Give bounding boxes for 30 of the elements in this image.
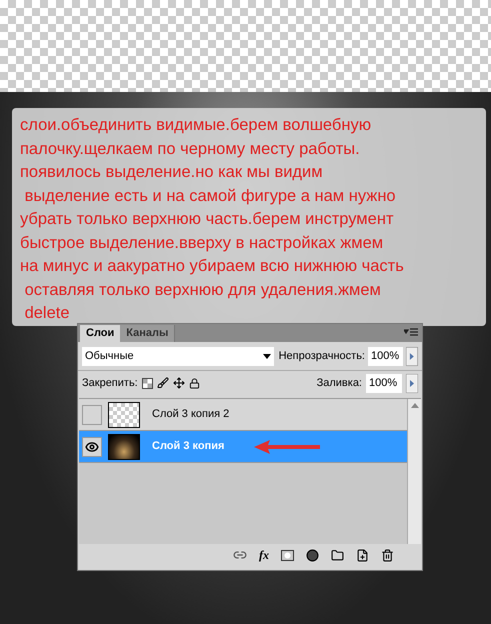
opacity-field[interactable]: 100% (368, 346, 404, 366)
lock-icon[interactable] (188, 378, 200, 388)
opacity-label: Непрозрачность: (278, 348, 365, 364)
visibility-toggle[interactable] (82, 404, 102, 424)
layer-name: Слой 3 копия 2 (152, 407, 230, 422)
slider-arrow-icon[interactable] (406, 374, 418, 392)
new-layer-icon[interactable] (356, 548, 369, 562)
blend-mode-dropdown[interactable]: Обычные (82, 346, 274, 366)
caret-icon (262, 354, 271, 358)
slider-arrow-icon[interactable] (406, 346, 418, 366)
trash-icon[interactable] (381, 548, 394, 562)
panel-tab[interactable]: Слои (80, 325, 120, 342)
panel-menu-icon[interactable] (404, 328, 418, 337)
lock-label: Закрепить: (82, 376, 138, 391)
checkerboard-icon[interactable] (142, 378, 153, 388)
effects-icon[interactable]: fx (259, 546, 269, 564)
mask-icon[interactable] (281, 550, 294, 560)
fill-label: Заливка: (316, 376, 362, 391)
layer-row[interactable]: Слой 3 копия 2 (79, 399, 407, 431)
layer-name: Слой 3 копия (152, 439, 224, 454)
adjustment-icon[interactable] (306, 548, 319, 562)
brush-icon[interactable] (156, 377, 169, 389)
panel-tab[interactable]: Каналы (120, 325, 176, 342)
visibility-toggle[interactable] (82, 436, 102, 456)
scroll-up-icon[interactable] (410, 403, 418, 408)
folder-icon[interactable] (331, 548, 344, 562)
move-icon[interactable] (172, 377, 185, 389)
fill-field[interactable]: 100% (366, 374, 402, 392)
eye-icon (85, 440, 99, 454)
note-text: слои.объединить видимые.берем волшебную палочку.щелкаем по черному месту работы. появилось выделение.но как мы видим выделение есть и на самой фигуре а нам нужно убрать только верхнюю часть.берем инструмент быстрое выделение.вверху в настройках жмем на минус и аакуратно убираем всю нижнюю часть оставляя только верхнюю для удаления.жмем delete (20, 115, 405, 324)
